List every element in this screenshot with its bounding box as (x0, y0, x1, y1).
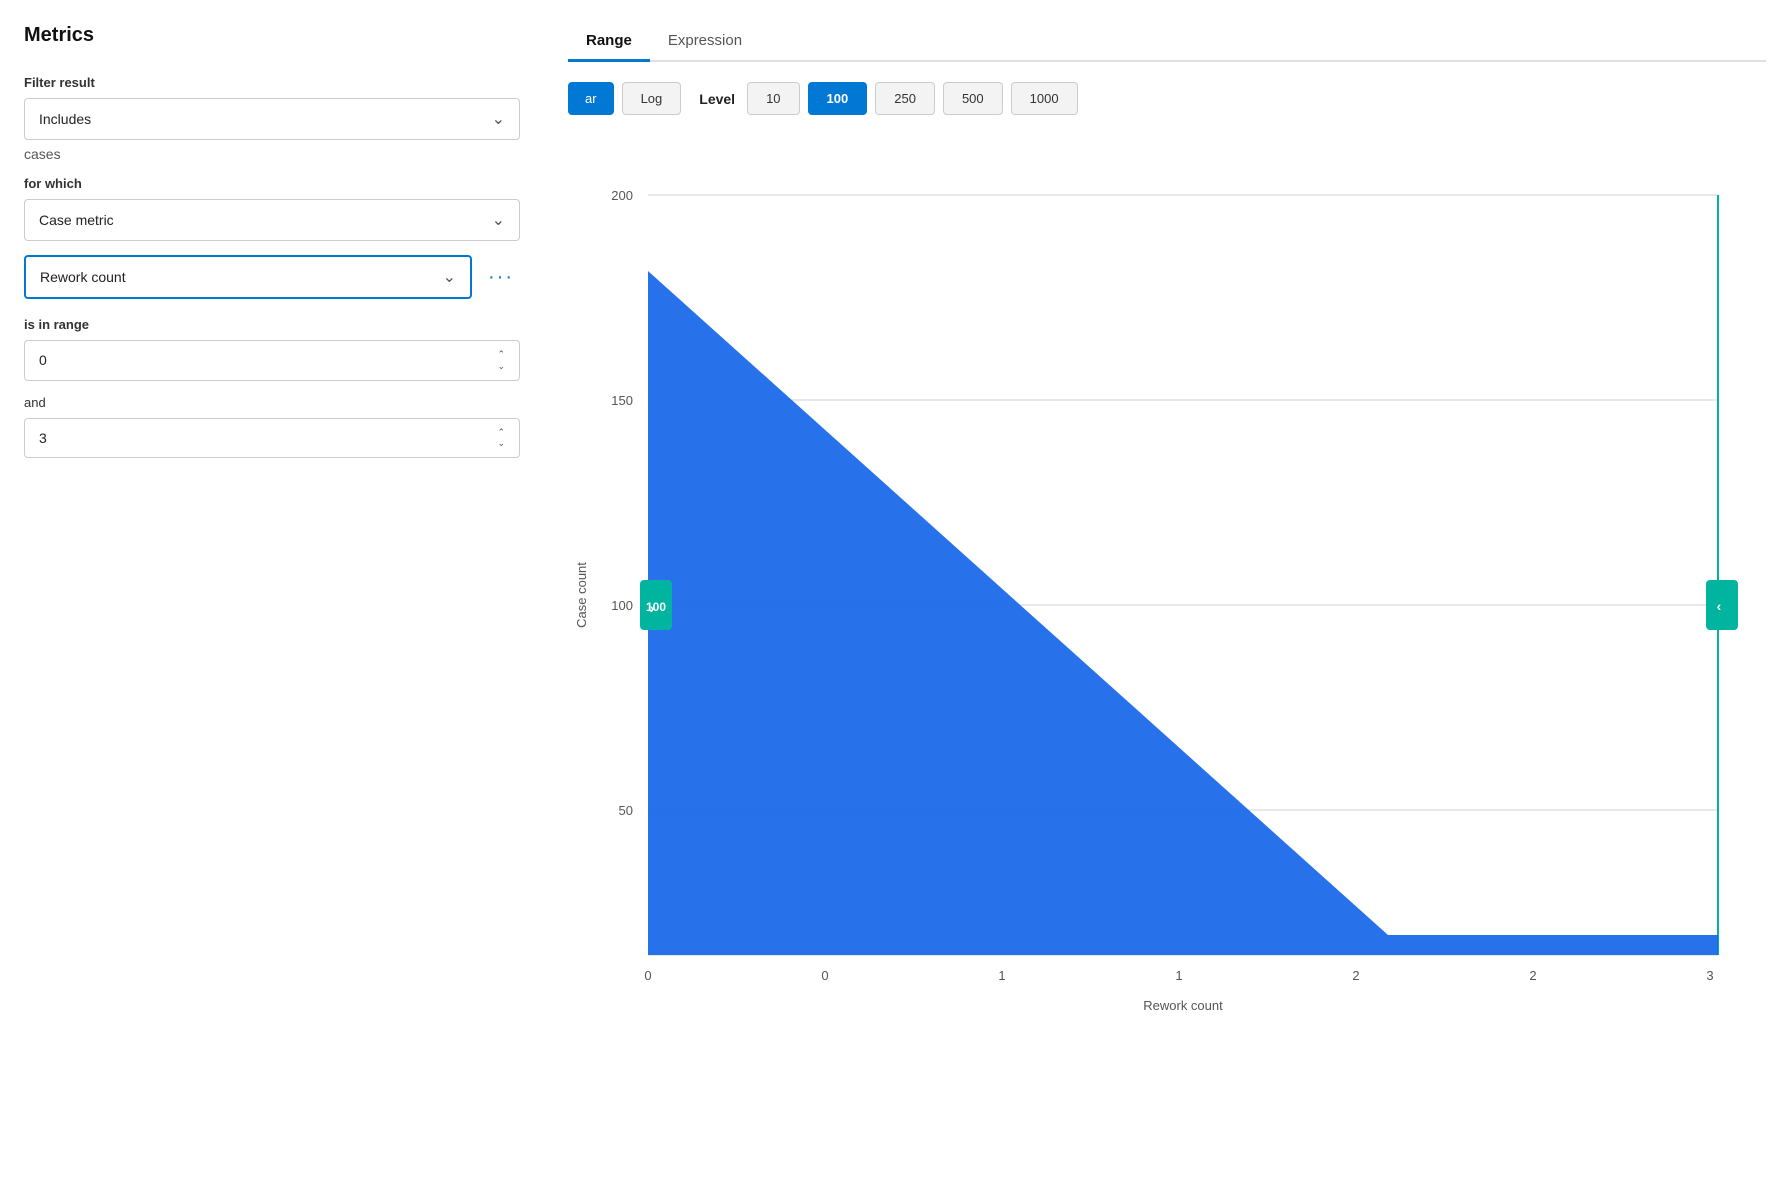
level-10-button[interactable]: 10 (747, 82, 799, 115)
level-1000-button[interactable]: 1000 (1011, 82, 1078, 115)
filter-result-value: Includes (39, 111, 91, 127)
tab-expression[interactable]: Expression (650, 24, 760, 62)
level-250-button[interactable]: 250 (875, 82, 935, 115)
x-tick-0a: 0 (644, 968, 651, 983)
case-metric-dropdown[interactable]: Case metric ⌄ (24, 199, 520, 241)
level-label: Level (699, 91, 735, 107)
y-axis-label: Case count (574, 562, 589, 628)
filter-result-chevron: ⌄ (492, 109, 505, 129)
range-min-up-arrow[interactable]: ⌃ (497, 349, 505, 360)
chart-area-fill (648, 271, 1718, 955)
x-axis-label: Rework count (1143, 998, 1223, 1013)
y-tick-100: 100 (611, 598, 633, 613)
x-tick-1b: 1 (1175, 968, 1182, 983)
page-title: Metrics (24, 24, 520, 47)
right-handle[interactable] (1706, 580, 1738, 630)
y-tick-150: 150 (611, 393, 633, 408)
and-label: and (24, 395, 520, 410)
rework-count-chevron: ⌄ (443, 267, 456, 287)
range-max-value: 3 (39, 430, 47, 446)
is-in-range-label: is in range (24, 317, 520, 332)
scale-ar-button[interactable]: ar (568, 82, 614, 115)
x-tick-2a: 2 (1352, 968, 1359, 983)
level-100-button[interactable]: 100 (808, 82, 868, 115)
x-tick-3: 3 (1706, 968, 1713, 983)
scale-log-button[interactable]: Log (622, 82, 682, 115)
range-max-up-arrow[interactable]: ⌃ (497, 427, 505, 438)
chart-svg: Case count 200 150 100 50 (568, 135, 1748, 1035)
filter-result-label: Filter result (24, 75, 520, 90)
left-panel: Metrics Filter result Includes ⌄ cases f… (24, 24, 544, 1160)
range-min-down-arrow[interactable]: ⌄ (497, 361, 505, 372)
filter-result-dropdown[interactable]: Includes ⌄ (24, 98, 520, 140)
x-tick-2b: 2 (1529, 968, 1536, 983)
x-tick-0b: 0 (821, 968, 828, 983)
rework-count-dropdown[interactable]: Rework count ⌄ (24, 255, 472, 299)
range-max-down-arrow[interactable]: ⌄ (497, 438, 505, 449)
cases-text: cases (24, 146, 520, 162)
tabs-row: Range Expression (568, 24, 1766, 62)
tab-range[interactable]: Range (568, 24, 650, 62)
range-min-value: 0 (39, 352, 47, 368)
case-metric-value: Case metric (39, 212, 114, 228)
range-min-input[interactable]: 0 ⌃ ⌄ (24, 340, 520, 381)
range-min-spinner[interactable]: ⌃ ⌄ (497, 349, 505, 372)
range-max-input[interactable]: 3 ⌃ ⌄ (24, 418, 520, 459)
left-handle-arrow: › (650, 600, 655, 616)
right-panel: Range Expression ar Log Level 10 100 250… (544, 24, 1790, 1160)
controls-row: ar Log Level 10 100 250 500 1000 (568, 82, 1766, 115)
case-metric-chevron: ⌄ (492, 210, 505, 230)
y-tick-200: 200 (611, 188, 633, 203)
rework-count-value: Rework count (40, 269, 126, 285)
for-which-label: for which (24, 176, 520, 191)
ellipsis-button[interactable]: ··· (482, 260, 520, 295)
y-tick-50: 50 (619, 803, 633, 818)
x-tick-1a: 1 (998, 968, 1005, 983)
level-500-button[interactable]: 500 (943, 82, 1003, 115)
range-max-spinner[interactable]: ⌃ ⌄ (497, 427, 505, 450)
right-handle-arrow: ‹ (1717, 598, 1722, 614)
chart-area: Case count 200 150 100 50 (568, 135, 1766, 1160)
rework-row: Rework count ⌄ ··· (24, 255, 520, 299)
